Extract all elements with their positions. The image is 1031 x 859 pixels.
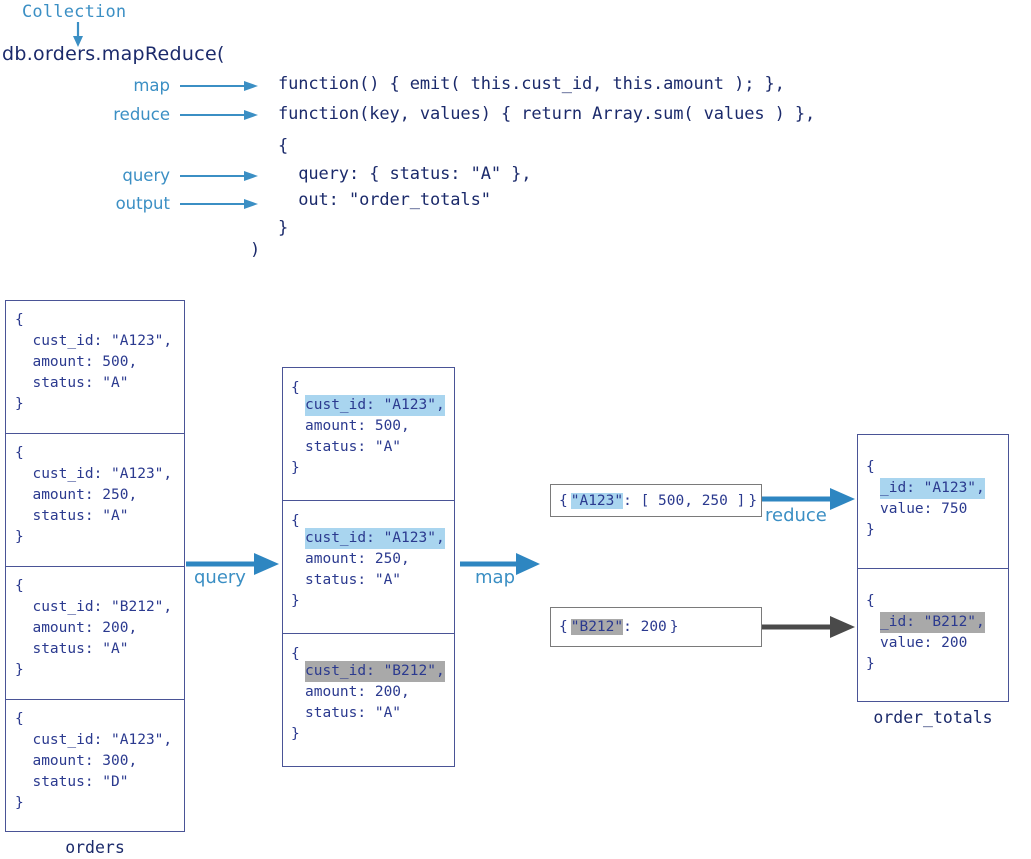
- doc-field-cust-id: cust_id: "A123",: [15, 730, 172, 751]
- query-flow-label: query: [194, 567, 246, 588]
- doc-field-amount: amount: 500,: [15, 352, 137, 373]
- code-line-options-open: {: [278, 136, 288, 156]
- doc-field-amount: amount: 250,: [15, 485, 137, 506]
- doc-field-cust-id: cust_id: "A123",: [15, 464, 172, 485]
- doc-open-brace: {: [866, 457, 875, 478]
- doc-close-brace: }: [291, 458, 300, 479]
- emit-close-brace: }: [667, 619, 679, 635]
- mapreduce-call-header: db.orders.mapReduce(: [2, 43, 225, 65]
- map-flow-label: map: [475, 567, 515, 588]
- output-collection-caption: order_totals: [845, 708, 1021, 727]
- emitted-pair-box-a123[interactable]: {"A123": [ 500, 250 ]}: [550, 484, 762, 517]
- filtered-document-2[interactable]: { cust_id: "A123", amount: 250, status: …: [283, 501, 454, 634]
- output-document-1[interactable]: { _id: "A123", value: 750 }: [858, 435, 1008, 569]
- reduce-flow-label: reduce: [765, 505, 827, 526]
- param-label-output: output: [10, 194, 170, 213]
- code-line-map-function: function() { emit( this.cust_id, this.am…: [278, 74, 785, 94]
- doc-open-brace: {: [15, 443, 24, 464]
- emit-close-brace: }: [745, 493, 757, 509]
- param-arrow-query: [180, 169, 260, 183]
- doc-close-brace: }: [15, 394, 24, 415]
- doc-field-cust-id-highlighted: cust_id: "A123",: [305, 528, 445, 549]
- emit-key-highlighted: "B212": [571, 619, 623, 635]
- orders-document-4[interactable]: { cust_id: "A123", amount: 300, status: …: [6, 700, 184, 833]
- doc-field-value: value: 750: [880, 499, 967, 520]
- doc-field-cust-id-highlighted: cust_id: "B212",: [305, 661, 445, 682]
- doc-close-brace: }: [866, 654, 875, 675]
- doc-close-brace: }: [15, 793, 24, 814]
- param-arrow-output: [180, 197, 260, 211]
- filtered-document-3[interactable]: { cust_id: "B212", amount: 200, status: …: [283, 634, 454, 767]
- orders-collection-caption: orders: [5, 838, 185, 857]
- doc-field-status: status: "A": [15, 506, 129, 527]
- filtered-collection-stack: { cust_id: "A123", amount: 500, status: …: [282, 367, 455, 767]
- doc-field-value: value: 200: [880, 633, 967, 654]
- doc-field-status: status: "A": [305, 703, 401, 724]
- doc-close-brace: }: [291, 591, 300, 612]
- collection-annotation-label: Collection: [22, 2, 126, 22]
- filtered-document-1[interactable]: { cust_id: "A123", amount: 500, status: …: [283, 368, 454, 501]
- doc-field-status: status: "A": [15, 373, 129, 394]
- doc-field-status: status: "A": [305, 437, 401, 458]
- doc-open-brace: {: [15, 576, 24, 597]
- doc-field-cust-id: cust_id: "B212",: [15, 597, 172, 618]
- doc-close-brace: }: [15, 660, 24, 681]
- doc-open-brace: {: [291, 644, 300, 665]
- doc-field-amount: amount: 200,: [15, 618, 137, 639]
- emit-open-brace: {: [551, 493, 571, 509]
- param-label-reduce: reduce: [10, 105, 170, 124]
- emit-key-highlighted: "A123": [571, 493, 623, 509]
- code-line-out-option: out: "order_totals": [278, 190, 491, 210]
- output-collection-stack: { _id: "A123", value: 750 } { _id: "B212…: [857, 434, 1009, 702]
- param-label-map: map: [10, 76, 170, 95]
- doc-field-amount: amount: 200,: [305, 682, 410, 703]
- code-line-query-option: query: { status: "A" },: [278, 164, 531, 184]
- doc-field-cust-id: cust_id: "A123",: [15, 331, 172, 352]
- doc-open-brace: {: [291, 511, 300, 532]
- orders-collection-stack: { cust_id: "A123", amount: 500, status: …: [5, 300, 185, 832]
- doc-field-amount: amount: 250,: [305, 549, 410, 570]
- output-document-2[interactable]: { _id: "B212", value: 200 }: [858, 569, 1008, 703]
- code-line-reduce-function: function(key, values) { return Array.sum…: [278, 104, 815, 124]
- code-line-options-close: }: [278, 218, 288, 238]
- doc-close-brace: }: [15, 527, 24, 548]
- orders-document-3[interactable]: { cust_id: "B212", amount: 200, status: …: [6, 567, 184, 700]
- doc-close-brace: }: [866, 520, 875, 541]
- orders-document-2[interactable]: { cust_id: "A123", amount: 250, status: …: [6, 434, 184, 567]
- passthrough-flow-arrow: [762, 613, 857, 641]
- doc-field-amount: amount: 300,: [15, 751, 137, 772]
- emitted-pair-box-b212[interactable]: {"B212": 200}: [550, 607, 762, 647]
- orders-document-1[interactable]: { cust_id: "A123", amount: 500, status: …: [6, 301, 184, 434]
- emit-values: : [ 500, 250 ]: [623, 493, 745, 509]
- code-line-call-close: ): [250, 240, 260, 260]
- doc-open-brace: {: [15, 709, 24, 730]
- doc-field-id-highlighted: _id: "B212",: [880, 612, 985, 633]
- doc-field-amount: amount: 500,: [305, 416, 410, 437]
- doc-field-status: status: "D": [15, 772, 129, 793]
- doc-field-status: status: "A": [15, 639, 129, 660]
- emit-open-brace: {: [551, 619, 571, 635]
- doc-open-brace: {: [291, 378, 300, 399]
- param-arrow-map: [180, 79, 260, 93]
- param-label-query: query: [10, 166, 170, 185]
- doc-field-status: status: "A": [305, 570, 401, 591]
- doc-open-brace: {: [866, 591, 875, 612]
- doc-close-brace: }: [291, 724, 300, 745]
- doc-field-cust-id-highlighted: cust_id: "A123",: [305, 395, 445, 416]
- emit-values: : 200: [623, 619, 667, 635]
- doc-open-brace: {: [15, 310, 24, 331]
- doc-field-id-highlighted: _id: "A123",: [880, 478, 985, 499]
- param-arrow-reduce: [180, 108, 260, 122]
